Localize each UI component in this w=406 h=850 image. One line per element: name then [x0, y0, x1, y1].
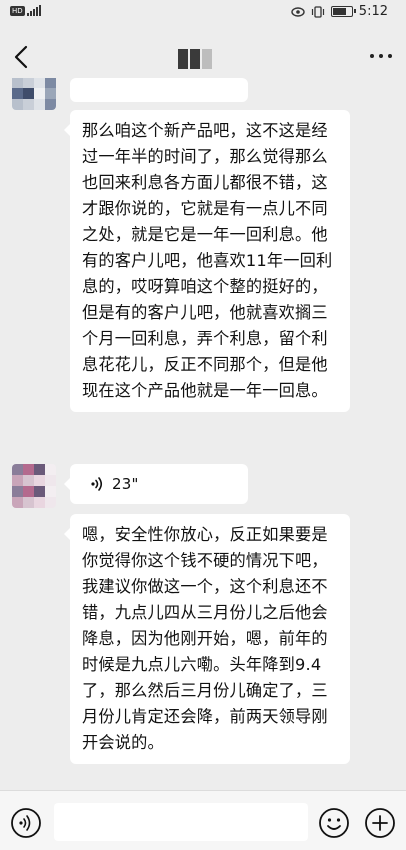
battery-icon [330, 6, 356, 17]
chat-messages[interactable]: 那么咱这个新产品吧，这不这是经过一年半的时间了，那么觉得那么也回来利息各方面儿都… [0, 78, 406, 790]
eye-icon [291, 6, 305, 17]
message-text: 那么咱这个新产品吧，这不这是经过一年半的时间了，那么觉得那么也回来利息各方面儿都… [82, 121, 333, 400]
more-dots-icon[interactable] [370, 54, 392, 58]
status-time: 5:12 [358, 4, 388, 19]
voice-message[interactable]: 23" [64, 464, 248, 504]
voice-input-icon[interactable] [10, 807, 42, 839]
contact-avatar[interactable] [12, 464, 56, 508]
signal-icon [26, 5, 41, 16]
vibrate-icon [311, 5, 324, 18]
message-text: 嗯，安全性你放心，反正如果要是你觉得你这个钱不硬的情况下吧，我建议你做这一个，这… [82, 525, 328, 752]
contact-avatar[interactable] [12, 78, 56, 110]
emoji-icon[interactable] [318, 807, 350, 839]
status-bar: HD 5:12 [0, 0, 406, 24]
back-arrow-icon[interactable] [10, 44, 34, 70]
text-message[interactable]: 那么咱这个新产品吧，这不这是经过一年半的时间了，那么觉得那么也回来利息各方面儿都… [64, 110, 350, 412]
network-badge: HD [10, 5, 25, 16]
voice-message-partial[interactable] [70, 78, 248, 102]
voice-wave-icon [91, 477, 103, 491]
plus-icon[interactable] [364, 807, 396, 839]
voice-duration: 23" [112, 475, 139, 493]
message-input[interactable] [54, 803, 308, 841]
text-message[interactable]: 嗯，安全性你放心，反正如果要是你觉得你这个钱不硬的情况下吧，我建议你做这一个，这… [64, 514, 350, 764]
signal-group: HD [10, 5, 41, 16]
input-bar [0, 790, 406, 850]
status-right: 5:12 [291, 4, 388, 19]
chat-title-obscured [178, 49, 212, 69]
battery-fill [332, 8, 346, 15]
